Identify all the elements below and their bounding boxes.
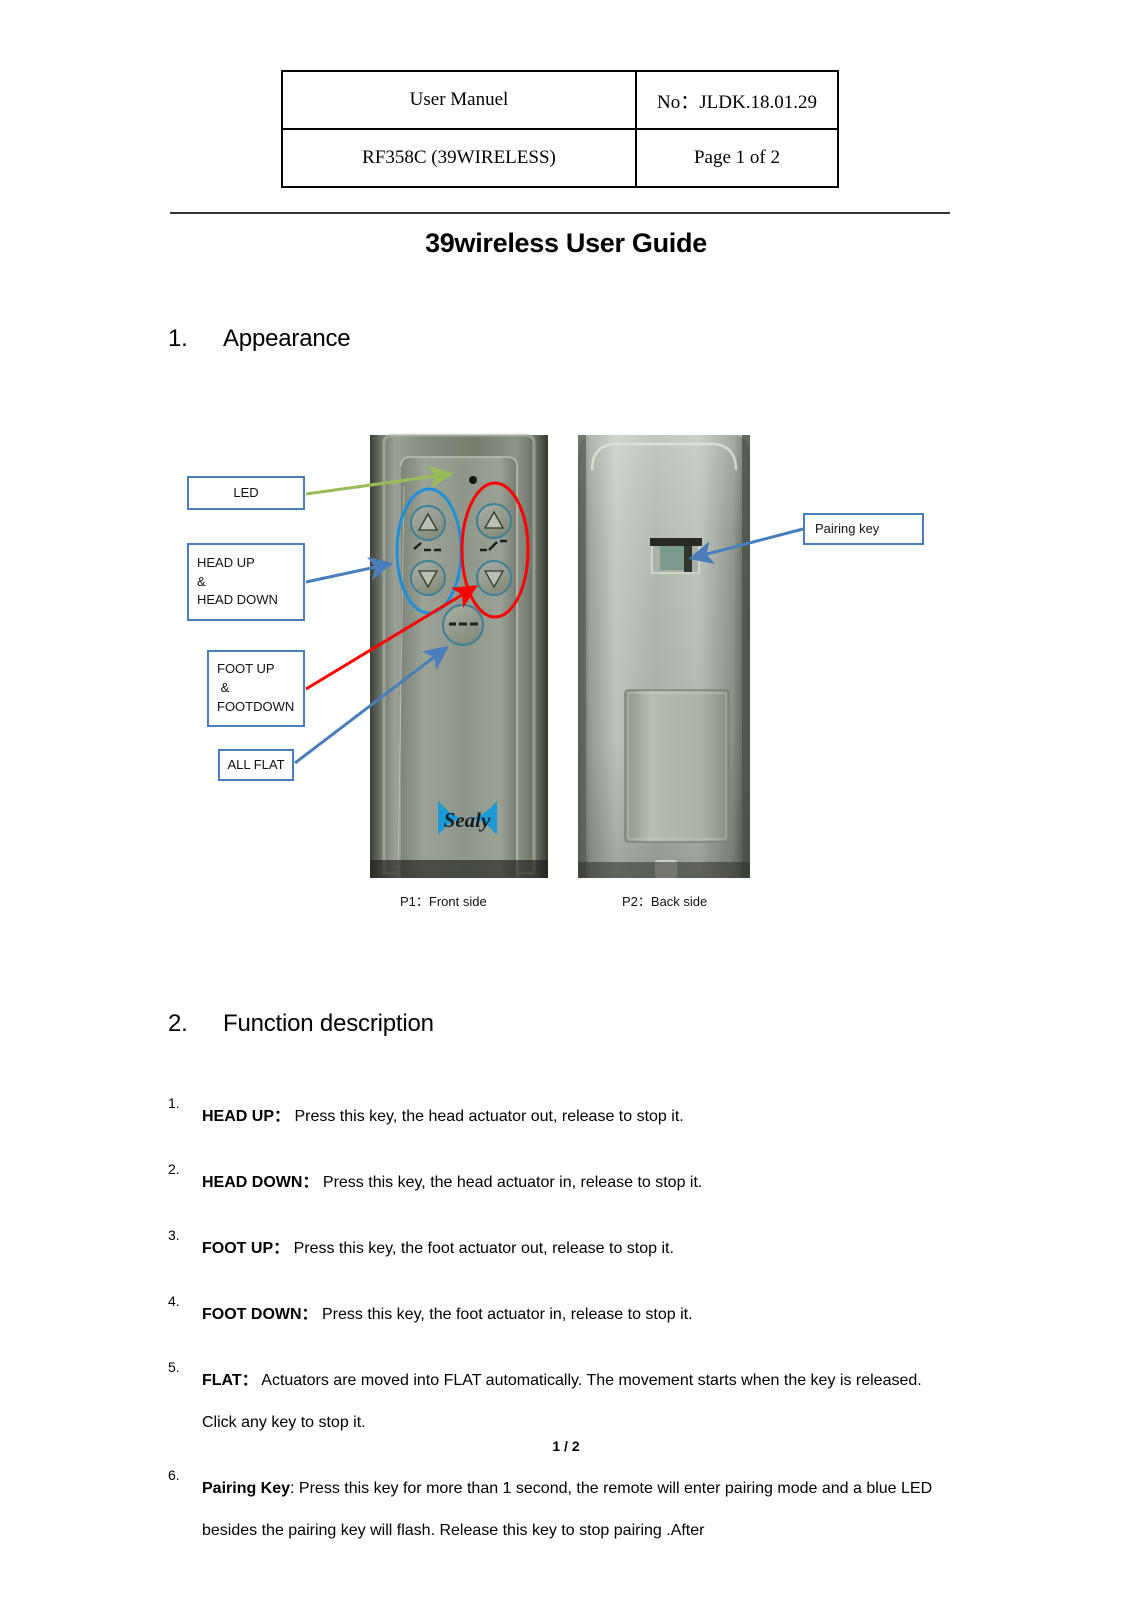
list-item-text: Press this key, the foot actuator out, r…: [289, 1240, 674, 1257]
svg-text:Sealy: Sealy: [444, 808, 491, 832]
button-foot-up: [476, 503, 512, 539]
section-number: 2.: [168, 1010, 188, 1037]
head-keys-highlight-ellipse: [395, 487, 463, 615]
list-item: 5. FLAT： Actuators are moved into FLAT a…: [168, 1360, 958, 1444]
list-item-number: 4.: [168, 1293, 180, 1309]
callout-pairing-key-label: Pairing key: [815, 520, 880, 536]
button-head-down: [410, 560, 446, 596]
pairing-key-recess: [650, 538, 702, 574]
callout-foot-line-1: FOOT UP: [217, 661, 275, 677]
callout-foot-up-down: FOOT UP & FOOTDOWN: [207, 650, 305, 727]
header-cell-page: Page 1 of 2: [635, 128, 839, 188]
callout-foot-line-2: &: [217, 680, 230, 696]
sealy-brand-logo: Sealy: [438, 801, 497, 835]
page-title: 39wireless User Guide: [425, 228, 707, 258]
remote-back-photo: [578, 435, 750, 878]
list-item-number: 2.: [168, 1161, 180, 1177]
callout-head-line-1: HEAD UP: [197, 554, 255, 570]
list-item-number: 1.: [168, 1095, 180, 1111]
header-cell-doc-no: No：JLDK.18.01.29: [635, 70, 839, 130]
list-item-body: FLAT： Actuators are moved into FLAT auto…: [202, 1360, 958, 1444]
all-flat-leader-arrow: [294, 645, 449, 765]
callout-foot-line-3: FOOTDOWN: [217, 698, 295, 714]
foot-leader-arrow: [305, 585, 479, 691]
section-heading-function-description: 2. Function description: [168, 1010, 434, 1038]
foot-keys-highlight-ellipse: [460, 481, 530, 619]
list-item-body: HEAD UP： Press this key, the head actuat…: [202, 1096, 958, 1138]
button-foot-down: [476, 560, 512, 596]
list-item-number: 5.: [168, 1359, 180, 1375]
list-item-term: Pairing Key: [202, 1480, 291, 1497]
section-heading-appearance: 1. Appearance: [168, 325, 351, 353]
list-item-term: FLAT：: [202, 1372, 258, 1389]
list-item-term: FOOT UP：: [202, 1240, 290, 1257]
caption-front-side: P1：Front side: [400, 894, 487, 909]
list-item-body: FOOT DOWN： Press this key, the foot actu…: [202, 1294, 958, 1336]
list-item-term: HEAD DOWN：: [202, 1174, 319, 1191]
list-item: 6. Pairing Key: Press this key for more …: [168, 1468, 958, 1552]
callout-all-flat: ALL FLAT: [218, 749, 294, 781]
list-item-text: : Press this key for more than 1 second,…: [202, 1480, 933, 1539]
callout-head-up-down: HEAD UP & HEAD DOWN: [187, 543, 305, 621]
function-description-list: 1. HEAD UP： Press this key, the head act…: [168, 1096, 958, 1576]
table-row: User Manuel No：JLDK.18.01.29: [281, 70, 839, 130]
list-item: 1. HEAD UP： Press this key, the head act…: [168, 1096, 958, 1138]
led-leader-arrow: [305, 465, 454, 496]
button-all-flat: [442, 604, 484, 646]
list-item-term: HEAD UP：: [202, 1108, 291, 1125]
list-item-body: HEAD DOWN： Press this key, the head actu…: [202, 1162, 958, 1204]
list-item-text: Actuators are moved into FLAT automatica…: [202, 1372, 922, 1431]
list-item-number: 6.: [168, 1467, 180, 1483]
callout-led: LED: [187, 476, 305, 510]
led-indicator-dot: [469, 476, 477, 484]
list-item-term: FOOT DOWN：: [202, 1306, 318, 1323]
callout-all-flat-label: ALL FLAT: [227, 756, 285, 772]
document-header-table: User Manuel No：JLDK.18.01.29 RF358C (39W…: [281, 70, 839, 188]
pairing-key-leader-arrow: [688, 527, 804, 565]
callout-head-line-3: HEAD DOWN: [197, 592, 278, 608]
header-divider-rule: [170, 212, 950, 214]
remote-front-photo: Sealy: [370, 433, 548, 879]
header-cell-title: User Manuel: [281, 70, 637, 130]
head-leader-arrow: [305, 556, 394, 584]
list-item: 2. HEAD DOWN： Press this key, the head a…: [168, 1162, 958, 1204]
callout-pairing-key: Pairing key: [803, 513, 924, 545]
page-footer-number: 1 / 2: [552, 1438, 580, 1454]
section-title: Appearance: [223, 325, 351, 352]
list-item-body: Pairing Key: Press this key for more tha…: [202, 1468, 958, 1552]
list-item: 3. FOOT UP： Press this key, the foot act…: [168, 1228, 958, 1270]
list-item: 4. FOOT DOWN： Press this key, the foot a…: [168, 1294, 958, 1336]
callout-led-label: LED: [233, 484, 259, 500]
callout-head-line-2: &: [197, 573, 206, 589]
table-row: RF358C (39WIRELESS) Page 1 of 2: [281, 128, 839, 188]
header-cell-model: RF358C (39WIRELESS): [281, 128, 637, 188]
list-item-number: 3.: [168, 1227, 180, 1243]
caption-back-side: P2：Back side: [622, 894, 708, 909]
section-title: Function description: [223, 1010, 434, 1037]
section-number: 1.: [168, 325, 188, 352]
list-item-text: Press this key, the head actuator in, re…: [318, 1174, 703, 1191]
list-item-text: Press this key, the head actuator out, r…: [290, 1108, 684, 1125]
list-item-text: Press this key, the foot actuator in, re…: [317, 1306, 693, 1323]
button-head-up: [410, 505, 446, 541]
list-item-body: FOOT UP： Press this key, the foot actuat…: [202, 1228, 958, 1270]
battery-cover: [624, 689, 730, 843]
